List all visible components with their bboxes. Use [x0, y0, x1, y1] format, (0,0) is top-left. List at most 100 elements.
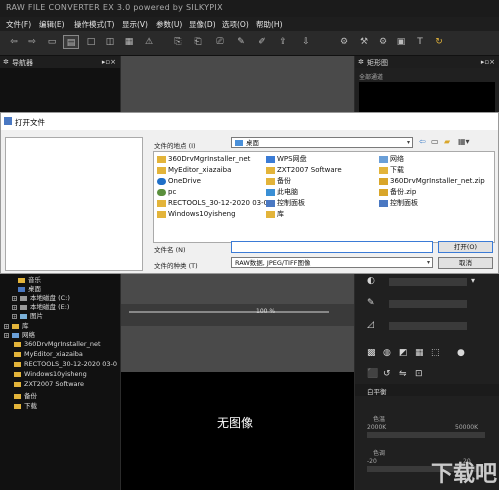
- view-menu-icon[interactable]: ▦▾: [458, 137, 470, 146]
- rotate-tool-icon[interactable]: ↺: [383, 369, 391, 379]
- noise-icon[interactable]: ▦: [415, 348, 424, 358]
- select-icon[interactable]: ⬛: [367, 369, 378, 379]
- pin-icon[interactable]: ✲: [358, 58, 364, 66]
- tree-item-drive-e[interactable]: + 本地磁盘 (E:): [12, 301, 69, 311]
- tree-item-zxt2007[interactable]: ZXT2007 Software: [14, 380, 84, 389]
- open-button[interactable]: 打开(O): [438, 241, 493, 253]
- file-item[interactable]: 此电脑: [266, 187, 298, 198]
- menu-parameters[interactable]: 参数(U): [156, 19, 182, 30]
- new-folder-icon[interactable]: ▰: [444, 137, 450, 146]
- tree-item-downloads[interactable]: 下载: [14, 400, 37, 410]
- tree-item-library[interactable]: + 库: [4, 320, 29, 330]
- folder-icon: [266, 166, 275, 174]
- flip-icon[interactable]: ⇋: [399, 369, 407, 379]
- menu-file[interactable]: 文件(F): [6, 19, 31, 30]
- tone-slider[interactable]: [389, 322, 467, 330]
- channel-selector[interactable]: 全部通道: [359, 72, 383, 81]
- monitor-icon[interactable]: ▣: [393, 35, 409, 49]
- thumbnail-view-icon[interactable]: ▦: [121, 35, 137, 49]
- menu-view[interactable]: 显示(V): [122, 19, 148, 30]
- contrast-slider[interactable]: [389, 300, 467, 308]
- tools-icon[interactable]: ⚒: [356, 35, 372, 49]
- cancel-button[interactable]: 取消: [438, 257, 493, 269]
- paste-params-icon[interactable]: ⎗: [190, 35, 206, 49]
- tree-item-rectools[interactable]: RECTOOLS_30-12-2020 03-0: [14, 360, 117, 369]
- adjust-icon[interactable]: ⚙: [336, 35, 352, 49]
- file-item[interactable]: 控制面板: [379, 198, 418, 209]
- single-view-icon[interactable]: ▭: [44, 35, 60, 49]
- text-icon[interactable]: T: [412, 35, 428, 49]
- zoom-slider[interactable]: [129, 311, 329, 313]
- brightness-slider[interactable]: [389, 278, 467, 286]
- grid-icon[interactable]: ▩: [367, 348, 376, 358]
- tree-item-windows10yisheng[interactable]: Windows10yisheng: [14, 370, 87, 379]
- menu-operation-mode[interactable]: 操作模式(T): [74, 19, 114, 30]
- menu-develop[interactable]: 显像(D): [189, 19, 216, 30]
- pin-icon[interactable]: ✲: [3, 58, 9, 66]
- edit-icon[interactable]: ✎: [233, 35, 249, 49]
- file-item[interactable]: 网络: [379, 154, 404, 165]
- export-icon[interactable]: ⇪: [275, 35, 291, 49]
- panel-close-icon[interactable]: ▸▫×: [481, 58, 495, 66]
- straighten-icon[interactable]: ⊡: [415, 369, 423, 379]
- batch-edit-icon[interactable]: ✐: [254, 35, 270, 49]
- file-item[interactable]: 360DrvMgrInstaller_net.zip: [379, 176, 485, 187]
- file-item[interactable]: 库: [266, 209, 284, 220]
- tree-item-backup[interactable]: 备份: [14, 390, 37, 400]
- file-item[interactable]: pc: [157, 187, 176, 198]
- menu-help[interactable]: 帮助(H): [256, 19, 283, 30]
- file-item[interactable]: WPS网盘: [266, 154, 307, 165]
- file-item[interactable]: 备份: [266, 176, 291, 187]
- warning-icon[interactable]: ⚠: [141, 35, 157, 49]
- develop-icon[interactable]: ⎚: [212, 35, 228, 49]
- file-item[interactable]: OneDrive: [157, 176, 201, 187]
- expand-icon[interactable]: +: [12, 295, 17, 301]
- rotate-icon[interactable]: ↻: [431, 35, 447, 49]
- expand-icon[interactable]: +: [12, 304, 17, 310]
- tree-item-network[interactable]: + 网络: [4, 329, 35, 339]
- compare-view-icon[interactable]: ◫: [102, 35, 118, 49]
- expand-icon[interactable]: +: [4, 323, 9, 329]
- file-item[interactable]: 控制面板: [266, 198, 305, 209]
- dropdown-icon[interactable]: ▾: [471, 276, 475, 285]
- tree-item-pictures[interactable]: + 图片: [12, 310, 43, 320]
- tree-item-myeditor[interactable]: MyEditor_xiazaiba: [14, 350, 83, 359]
- file-item[interactable]: MyEditor_xiazaiba: [157, 165, 231, 176]
- filetype-dropdown[interactable]: RAW数据, JPEG/TIFF图像 ▾: [231, 257, 433, 268]
- lens-icon[interactable]: ◍: [383, 348, 391, 358]
- file-item[interactable]: 备份.zip: [379, 187, 416, 198]
- expand-icon[interactable]: +: [4, 332, 9, 338]
- menu-options[interactable]: 选项(O): [222, 19, 249, 30]
- lookin-dropdown[interactable]: 桌面 ▾: [231, 137, 413, 148]
- panel-view-icon[interactable]: □: [83, 35, 99, 49]
- forward-icon[interactable]: ⇨: [24, 35, 40, 49]
- settings-icon[interactable]: ⚙: [375, 35, 391, 49]
- color-temp-slider[interactable]: [367, 432, 485, 438]
- file-item[interactable]: Windows10yisheng: [157, 209, 236, 220]
- places-pane[interactable]: [5, 137, 143, 271]
- filename-input[interactable]: [231, 241, 433, 253]
- file-item[interactable]: 360DrvMgrInstaller_net: [157, 154, 250, 165]
- save-icon[interactable]: ⇩: [298, 35, 314, 49]
- back-icon[interactable]: ⇦: [419, 137, 426, 146]
- copy-params-icon[interactable]: ⎘: [170, 35, 186, 49]
- tree-item-drive-c[interactable]: + 本地磁盘 (C:): [12, 292, 70, 302]
- sharpen-icon[interactable]: ◩: [399, 348, 408, 358]
- menu-edit[interactable]: 编辑(E): [39, 19, 65, 30]
- tree-item-music[interactable]: 音乐: [18, 274, 41, 284]
- eyedropper-icon[interactable]: ✎: [367, 298, 375, 308]
- tree-item-360drv[interactable]: 360DrvMgrInstaller_net: [14, 340, 101, 349]
- circle-icon[interactable]: ●: [457, 348, 465, 358]
- expand-icon[interactable]: +: [12, 313, 17, 319]
- file-item[interactable]: RECTOOLS_30-12-2020 03-00: [157, 198, 273, 209]
- file-item[interactable]: 下载: [379, 165, 404, 176]
- filmstrip-view-icon[interactable]: ▤: [63, 35, 79, 49]
- up-folder-icon[interactable]: ▭: [431, 137, 439, 146]
- tree-item-desktop[interactable]: 桌面: [18, 283, 41, 293]
- panel-close-icon[interactable]: ▸▫×: [102, 58, 116, 66]
- crop-icon[interactable]: ⬚: [431, 348, 440, 358]
- tool-row-2: ⬛ ↺ ⇋ ⊡: [357, 369, 497, 381]
- zip-icon: [379, 177, 388, 185]
- back-icon[interactable]: ⇦: [6, 35, 22, 49]
- file-item[interactable]: ZXT2007 Software: [266, 165, 342, 176]
